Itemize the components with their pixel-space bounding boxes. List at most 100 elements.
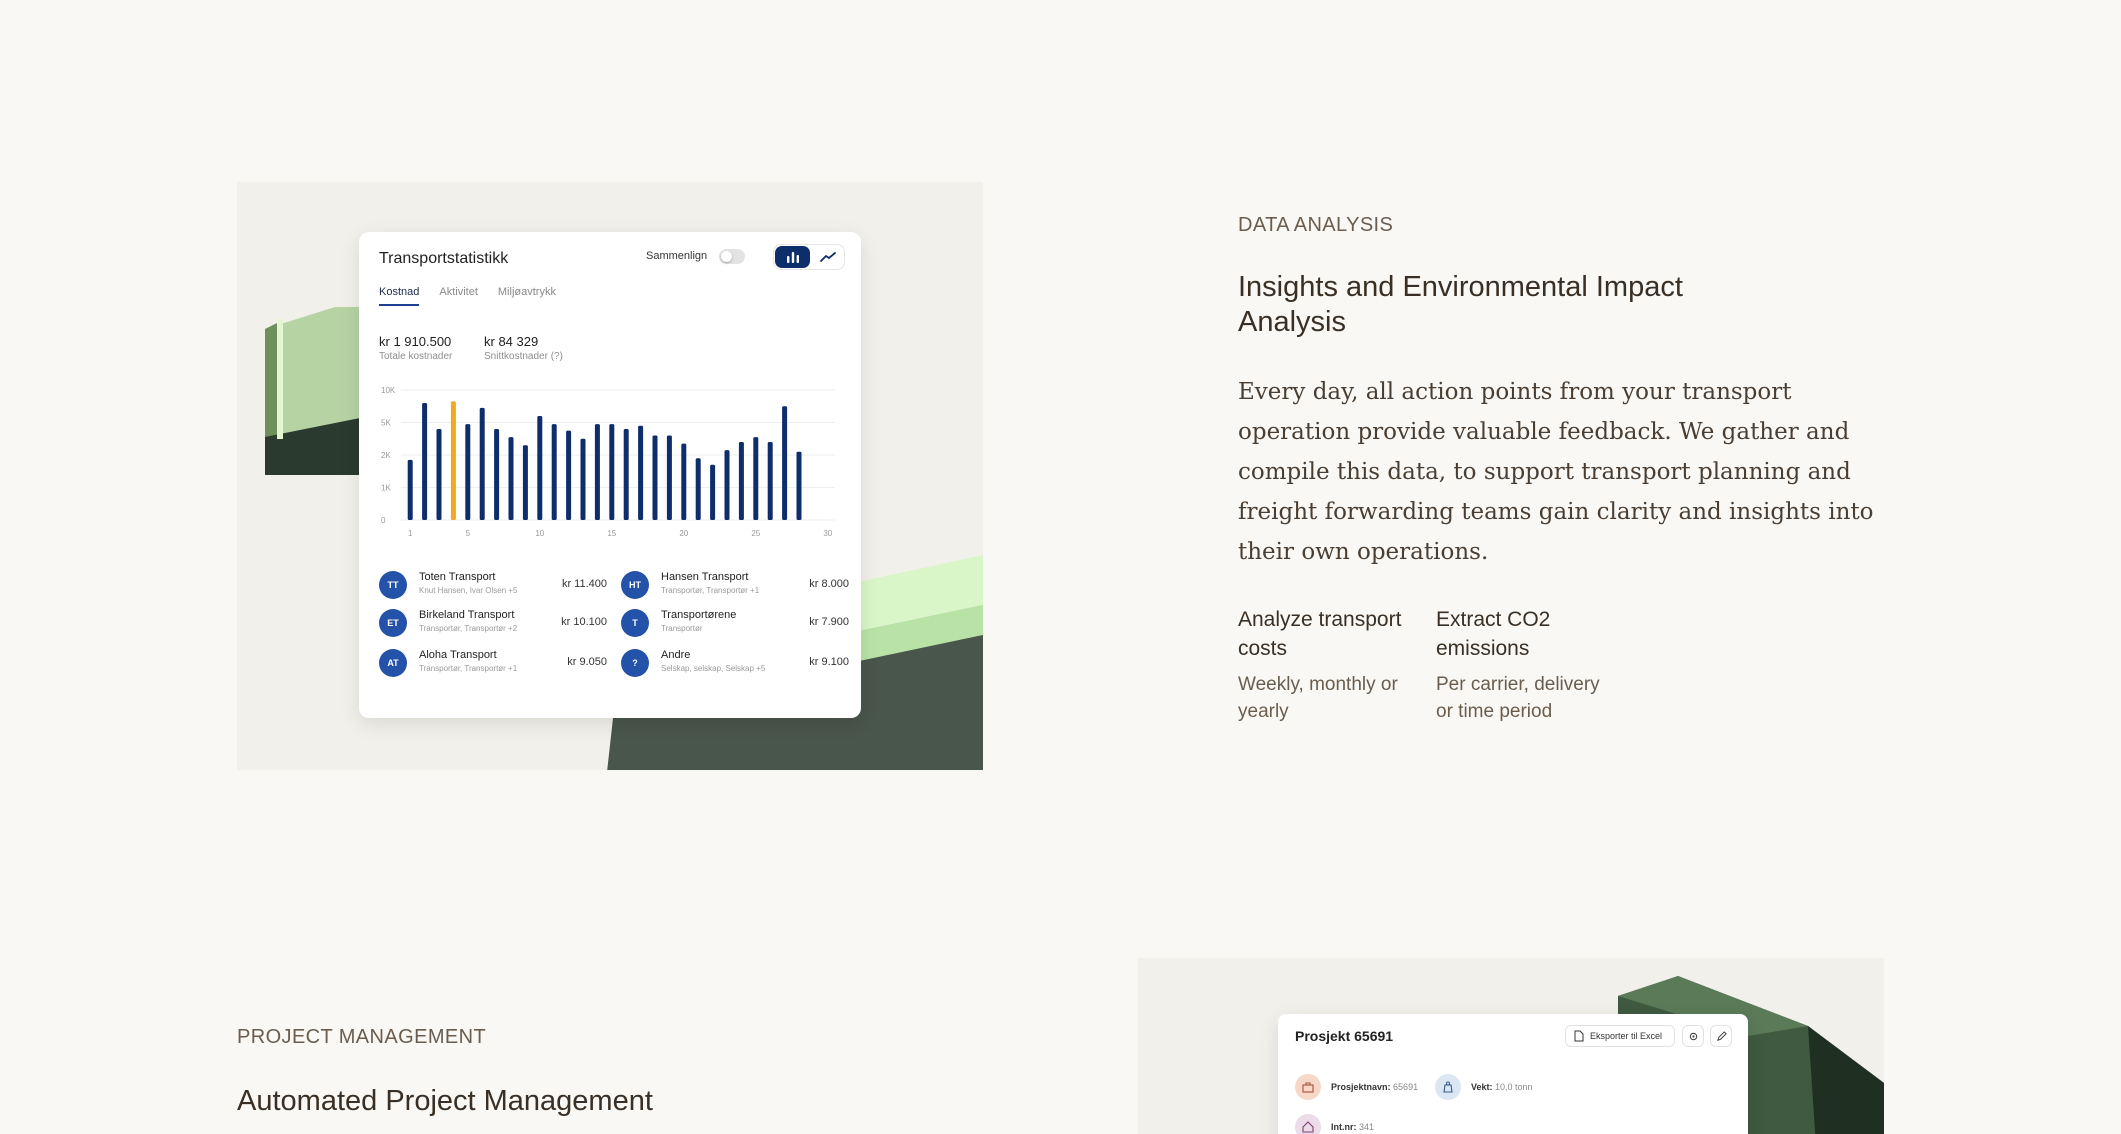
transport-stats-illustration: Transportstatistikk Sammenlign Kostnad A… — [237, 182, 983, 770]
x-tick-label: 1 — [408, 529, 413, 538]
carrier-name: Transportørene — [661, 609, 737, 621]
field-project-name: Prosjektnavn: 65691 — [1295, 1074, 1418, 1100]
edit-button[interactable] — [1710, 1025, 1732, 1047]
section-title: Insights and Environmental Impact Analys… — [1238, 271, 1683, 338]
carrier-name: Hansen Transport — [661, 571, 749, 583]
chart-bar — [695, 458, 701, 520]
carrier-name: Aloha Transport — [419, 649, 497, 661]
feature-desc: Per carrier, delivery or time period — [1436, 674, 1600, 722]
green-cube-decoration — [265, 307, 365, 475]
y-tick-label: 0 — [381, 516, 386, 525]
field-weight: Vekt: 10,0 tonn — [1435, 1074, 1533, 1100]
line-chart-button[interactable] — [814, 246, 842, 268]
chart-bar — [508, 437, 514, 520]
document-icon — [1574, 1030, 1584, 1042]
carrier-amount: kr 9.100 — [809, 656, 849, 668]
carrier-amount: kr 11.400 — [561, 578, 607, 590]
carrier-avatar: ? — [621, 649, 649, 677]
carrier-avatar: AT — [379, 649, 407, 677]
chart-bar — [609, 424, 615, 520]
carrier-row[interactable]: T Transportørene Transportør kr 7.900 — [621, 606, 849, 640]
tab-aktivitet[interactable]: Aktivitet — [439, 286, 478, 306]
export-label: Eksporter til Excel — [1590, 1031, 1663, 1041]
weight-icon — [1435, 1074, 1461, 1100]
chart-bar — [450, 401, 456, 520]
carrier-contacts: Selskap, selskap, Selskap +5 — [661, 664, 766, 673]
export-excel-button[interactable]: Eksporter til Excel — [1565, 1025, 1675, 1047]
bar-chart-button[interactable] — [775, 246, 810, 268]
chart-bar — [623, 429, 629, 520]
kpi-value: kr 1 910.500 — [379, 334, 452, 349]
tab-miljoavtrykk[interactable]: Miljøavtrykk — [498, 286, 556, 306]
carrier-contacts: Transportør — [661, 624, 703, 633]
carrier-row[interactable]: AT Aloha Transport Transportør, Transpor… — [379, 646, 607, 680]
chart-bar — [638, 425, 644, 520]
stats-tabs: Kostnad Aktivitet Miljøavtrykk — [379, 286, 556, 306]
carrier-contacts: Transportør, Transportør +1 — [661, 586, 760, 595]
chart-bar — [522, 445, 528, 520]
x-tick-label: 15 — [607, 529, 616, 538]
carrier-contacts: Transportør, Transportør +1 — [419, 664, 518, 673]
chart-bar — [738, 442, 744, 520]
chart-bar — [782, 406, 788, 520]
gear-icon — [1689, 1032, 1697, 1040]
section-title: Automated Project Management — [237, 1085, 653, 1117]
bar-chart-icon — [786, 252, 799, 263]
carrier-row[interactable]: HT Hansen Transport Transportør, Transpo… — [621, 568, 849, 602]
line-chart-icon — [820, 252, 836, 262]
kpi-total-cost: kr 1 910.500 Totale kostnader — [379, 334, 452, 362]
carrier-row[interactable]: ET Birkeland Transport Transportør, Tran… — [379, 606, 607, 640]
chart-bar — [681, 443, 687, 520]
feature-desc: Weekly, monthly or yearly — [1238, 674, 1398, 722]
section-eyebrow: PROJECT MANAGEMENT — [237, 1026, 487, 1048]
carrier-row[interactable]: TT Toten Transport Knut Hansen, Ivar Ols… — [379, 568, 607, 602]
cost-bar-chart: 01K2K5K10K1 5 10 15 20 25 30 — [381, 386, 835, 538]
kpi-avg-cost: kr 84 329 Snittkostnader (?) — [484, 334, 563, 362]
x-tick-label: 30 — [823, 529, 832, 538]
chart-bar — [724, 450, 730, 520]
x-tick-label: 20 — [679, 529, 688, 538]
y-tick-label: 5K — [381, 419, 391, 428]
chart-bar — [407, 459, 413, 520]
project-title: Prosjekt 65691 — [1295, 1028, 1394, 1044]
carrier-amount: kr 7.900 — [809, 616, 849, 628]
y-tick-label: 2K — [381, 451, 391, 460]
carrier-amount: kr 8.000 — [809, 578, 849, 590]
carrier-avatar: HT — [621, 571, 649, 599]
pencil-icon — [1716, 1030, 1727, 1041]
carrier-contacts: Transportør, Transportør +2 — [419, 624, 518, 633]
transport-stats-card: Transportstatistikk Sammenlign Kostnad A… — [359, 232, 861, 718]
carrier-avatar: T — [621, 609, 649, 637]
chart-bar — [537, 416, 543, 520]
feature-costs: Analyze transport costs Weekly, monthly … — [1238, 605, 1418, 725]
kpi-label: Snittkostnader (?) — [484, 351, 563, 362]
project-illustration: Prosjekt 65691 Eksporter til Excel Prosj… — [1138, 958, 1884, 1134]
project-card: Prosjekt 65691 Eksporter til Excel Prosj… — [1278, 1014, 1748, 1134]
chart-bar — [465, 424, 471, 520]
chart-type-switch — [773, 244, 845, 270]
settings-button[interactable] — [1682, 1025, 1704, 1047]
chart-bar — [422, 403, 428, 520]
section-eyebrow: DATA ANALYSIS — [1238, 214, 1394, 236]
carrier-amount: kr 9.050 — [567, 656, 607, 668]
carrier-row[interactable]: ? Andre Selskap, selskap, Selskap +5 kr … — [621, 646, 849, 680]
carrier-name: Andre — [661, 649, 691, 661]
y-tick-label: 1K — [381, 484, 391, 493]
chart-bar — [666, 435, 672, 520]
chart-bar — [436, 429, 442, 520]
feature-title: Analyze transport costs — [1238, 608, 1402, 660]
chart-bar — [494, 429, 500, 520]
tab-kostnad[interactable]: Kostnad — [379, 286, 420, 306]
y-tick-label: 10K — [381, 386, 396, 395]
carrier-avatar: TT — [379, 571, 407, 599]
feature-co2: Extract CO2 emissions Per carrier, deliv… — [1436, 605, 1616, 725]
field-int-nr: Int.nr: 341 — [1295, 1114, 1374, 1134]
carrier-name: Toten Transport — [419, 571, 496, 583]
chart-bar — [753, 437, 759, 520]
carrier-contacts: Knut Hansen, Ivar Olsen +5 — [419, 586, 518, 595]
compare-toggle[interactable] — [719, 249, 745, 264]
kpi-value: kr 84 329 — [484, 334, 539, 349]
compare-label: Sammenlign — [646, 250, 708, 262]
x-tick-label: 5 — [466, 529, 471, 538]
section-body: Every day, all action points from your t… — [1238, 379, 1874, 565]
